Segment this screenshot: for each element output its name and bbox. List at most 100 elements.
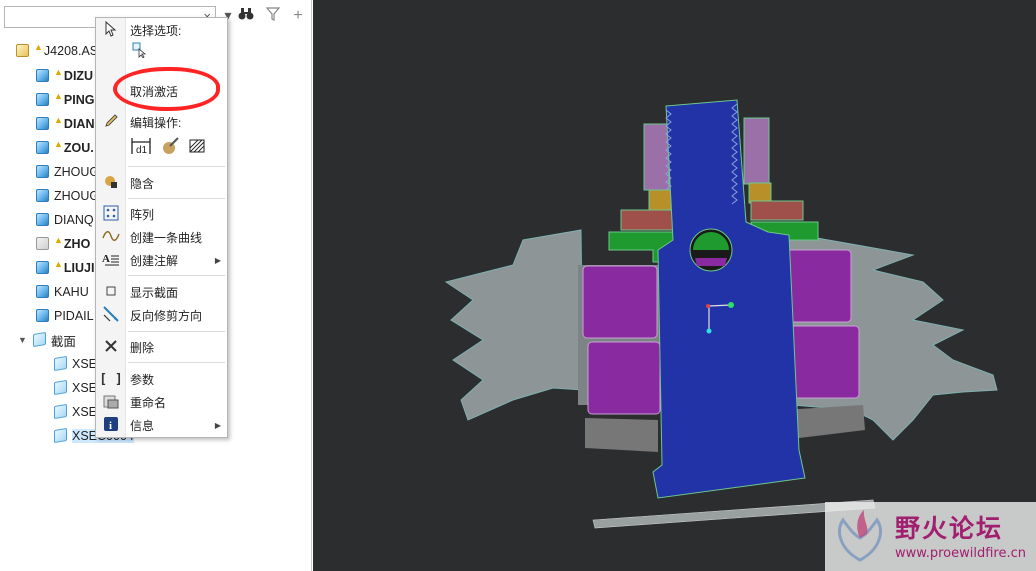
- tree-item-xsec[interactable]: XSE: [54, 353, 97, 375]
- csys-x-point: [728, 302, 734, 308]
- tree-item-label: PING: [63, 93, 95, 107]
- forum-logo-icon: [838, 510, 882, 562]
- appearance-brush-icon[interactable]: [160, 136, 180, 159]
- menu-item-show-section[interactable]: 显示截面: [96, 281, 227, 303]
- csys-origin: [706, 304, 710, 308]
- cross-pin-lower: [695, 258, 727, 266]
- warning-icon: ▲: [54, 67, 63, 77]
- tree-item-sections[interactable]: ▼ 截面: [18, 329, 76, 351]
- collapse-arrow-icon[interactable]: ▼: [18, 335, 27, 345]
- parameters-label: 参数: [130, 372, 155, 387]
- svg-text:d1: d1: [136, 145, 148, 156]
- washer-right: [750, 200, 804, 221]
- edit-operations-header: 编辑操作:: [130, 116, 182, 130]
- select-options-header: 选择选项:: [130, 24, 182, 38]
- select-box-icon[interactable]: [132, 42, 148, 61]
- submenu-arrow-icon: ▶: [214, 255, 221, 265]
- tree-item-label: DIAN: [63, 117, 95, 131]
- hatch-icon[interactable]: [188, 137, 206, 158]
- tree-item-label: ZHOUG: [54, 165, 100, 179]
- part-icon: [36, 237, 50, 251]
- tree-item[interactable]: PIDAIL: [36, 305, 94, 327]
- info-label: 信息: [130, 418, 155, 433]
- xsec-label: XSE: [72, 381, 98, 395]
- part-icon: [36, 141, 50, 155]
- menu-item-create-curve[interactable]: 创建一条曲线: [96, 226, 227, 248]
- tree-item[interactable]: DIANQ: [36, 209, 94, 231]
- menu-item-info[interactable]: i 信息 ▶: [96, 414, 227, 436]
- xsec-icon: [54, 403, 68, 420]
- forum-watermark: 野火论坛 www.proewildfire.cn: [825, 502, 1036, 571]
- show-section-icon: [96, 285, 126, 300]
- tree-item[interactable]: ▲ DIZU: [36, 65, 93, 87]
- tree-item[interactable]: ▲ PING: [36, 89, 94, 111]
- nut-right: [748, 182, 772, 204]
- pattern-icon: [96, 205, 126, 224]
- xsec-icon: [54, 355, 68, 372]
- bearing-bottom-right: [786, 325, 860, 399]
- tree-item[interactable]: ▲ DIAN: [36, 113, 94, 135]
- parameters-icon: [ ]: [99, 371, 123, 387]
- section-view-model: [444, 99, 998, 529]
- menu-item-parameters[interactable]: [ ] 参数: [96, 368, 227, 390]
- nut-left: [648, 189, 672, 211]
- dimension-icon[interactable]: d1: [130, 136, 152, 159]
- add-icon[interactable]: +: [289, 7, 307, 25]
- tree-item-xsec[interactable]: XSE: [54, 377, 97, 399]
- tree-item[interactable]: ▲ ZHO: [36, 233, 90, 255]
- tree-item[interactable]: ▲ ZOU.: [36, 137, 94, 159]
- delete-label: 删除: [130, 340, 155, 355]
- part-icon: [36, 285, 50, 299]
- filter-icon[interactable]: [264, 7, 282, 24]
- menu-item-hide[interactable]: 隐含: [96, 172, 227, 194]
- section-folder-icon: [32, 331, 47, 348]
- lower-ring-left: [585, 418, 658, 452]
- tree-item-label: ZHO: [63, 237, 91, 251]
- tree-item-xsec[interactable]: XSE: [54, 401, 97, 423]
- delete-x-icon: [96, 339, 126, 356]
- thread-sleeve-left: [643, 123, 670, 191]
- annotation-icon: A: [96, 251, 126, 270]
- part-icon: [36, 261, 50, 275]
- part-icon: [36, 93, 50, 107]
- tree-item[interactable]: ZHOUG: [36, 185, 99, 207]
- binoculars-icon[interactable]: [237, 7, 255, 24]
- blue-shaft: [652, 99, 806, 499]
- create-curve-label: 创建一条曲线: [130, 230, 203, 245]
- bearing-bottom-left: [587, 341, 661, 415]
- xsec-icon: [54, 427, 68, 444]
- svg-text:i: i: [109, 420, 112, 431]
- warning-icon: ▲: [54, 259, 63, 269]
- pulley-housing-left: [444, 229, 584, 421]
- menu-item-delete[interactable]: 删除: [96, 336, 227, 358]
- csys-y-point: [706, 328, 712, 334]
- warning-icon: ▲: [34, 42, 43, 52]
- part-icon: [36, 117, 50, 131]
- xsec-label: XSE: [72, 357, 98, 371]
- menu-item-pattern[interactable]: 阵列: [96, 203, 227, 225]
- tree-item[interactable]: KAHU: [36, 281, 89, 303]
- menu-item-create-annotation[interactable]: A 创建注解 ▶: [96, 249, 227, 271]
- red-highlight-annotation: [113, 67, 220, 111]
- tree-item-label: ZHOUG: [54, 189, 100, 203]
- warning-icon: ▲: [54, 91, 63, 101]
- create-annotation-label: 创建注解: [130, 253, 179, 268]
- tree-item-label: DIANQ: [54, 213, 94, 227]
- graphics-viewport[interactable]: [313, 0, 1036, 571]
- watermark-url: www.proewildfire.cn: [895, 546, 1026, 561]
- menu-item-rename[interactable]: 重命名: [96, 391, 227, 413]
- part-icon: [36, 165, 50, 179]
- tree-root-assembly[interactable]: ▲ J4208.AS: [16, 40, 98, 62]
- washer-left: [620, 209, 677, 231]
- tree-root-label: J4208.AS: [43, 44, 99, 58]
- part-icon: [36, 69, 50, 83]
- pattern-label: 阵列: [130, 207, 155, 222]
- pencil-icon: [104, 113, 119, 131]
- xsec-icon: [54, 379, 68, 396]
- part-icon: [36, 213, 50, 227]
- menu-item-reverse-clip[interactable]: 反向修剪方向: [96, 304, 227, 326]
- info-icon: i: [96, 416, 126, 434]
- tree-item[interactable]: ZHOUG: [36, 161, 99, 183]
- thread-sleeve-right: [743, 117, 770, 185]
- tree-item[interactable]: ▲ LIUJI: [36, 257, 94, 279]
